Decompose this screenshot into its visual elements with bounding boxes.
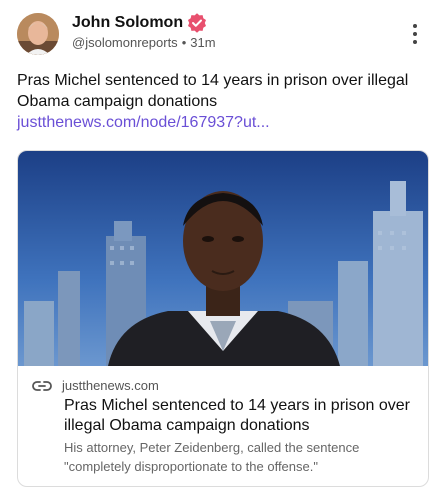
post-time: 31m	[190, 35, 216, 50]
card-image	[18, 151, 428, 366]
post-body: Pras Michel sentenced to 14 years in pri…	[17, 72, 409, 110]
social-post: John Solomon @jsolomonreports • 31m Pras M…	[0, 0, 446, 500]
more-options-icon[interactable]	[406, 22, 424, 46]
post-text: Pras Michel sentenced to 14 years in pri…	[17, 70, 429, 133]
card-domain: justthenews.com	[62, 378, 159, 393]
author-meta: @jsolomonreports • 31m	[72, 35, 216, 50]
link-preview-card[interactable]: justthenews.com Pras Michel sentenced to…	[17, 150, 429, 487]
author-handle[interactable]: @jsolomonreports	[72, 35, 178, 50]
card-description: His attorney, Peter Zeidenberg, called t…	[64, 440, 360, 474]
card-domain-row: justthenews.com	[32, 378, 159, 393]
post-link[interactable]: justthenews.com/node/167937?ut...	[17, 114, 270, 131]
author-name-row: John Solomon	[72, 13, 207, 33]
author-avatar[interactable]	[17, 13, 59, 55]
verified-badge-icon	[187, 13, 207, 33]
card-title: Pras Michel sentenced to 14 years in pri…	[64, 397, 410, 434]
meta-separator: •	[181, 35, 187, 50]
author-name[interactable]: John Solomon	[72, 14, 183, 32]
link-icon	[32, 380, 52, 391]
